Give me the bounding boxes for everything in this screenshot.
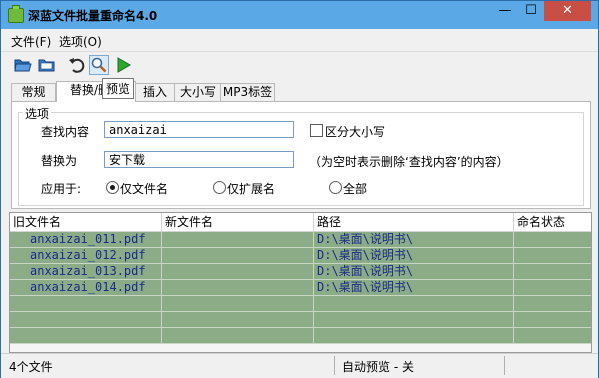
status-divider [504,356,505,375]
cell-new-name [162,248,314,263]
replace-label: 替换为 [41,154,78,168]
menu-file[interactable]: 文件(F) [11,33,51,50]
radio-all-label: 全部 [343,182,368,196]
column-header-old-name[interactable]: 旧文件名 [10,213,162,231]
folder-icon[interactable] [37,55,57,75]
empty-cell [314,312,514,327]
maximize-button[interactable]: ☐ [518,1,544,21]
table-row[interactable]: anxaizai_013.pdf D:\桌面\说明书\ [10,264,591,280]
empty-cell [10,312,162,327]
status-bar: 4个文件 自动预览 - 关 [1,353,598,378]
undo-icon[interactable] [67,55,87,75]
case-sensitive-label: 区分大小写 [325,125,386,139]
list-header: 旧文件名 新文件名 路径 命名状态 [10,213,591,232]
cell-old-name: anxaizai_014.pdf [10,280,162,295]
replace-hint: （为空时表示删除‘查找内容’的内容） [309,155,509,169]
find-input[interactable]: anxaizai [104,121,294,138]
radio-extension-only[interactable] [213,181,226,194]
table-row[interactable]: anxaizai_011.pdf D:\桌面\说明书\ [10,232,591,248]
empty-cell [162,312,314,327]
close-button[interactable]: ✕ [544,1,591,21]
toolbar [1,51,598,78]
menu-options[interactable]: 选项(O) [59,33,102,50]
cell-new-name [162,264,314,279]
status-file-count: 4个文件 [9,360,53,374]
status-divider [334,356,335,375]
column-header-status[interactable]: 命名状态 [514,213,591,231]
cell-status [514,264,591,279]
empty-row [10,312,591,328]
tab-insert[interactable]: 插入 [134,83,176,101]
cell-new-name [162,232,314,247]
play-icon[interactable] [113,55,133,75]
magnifier-icon[interactable] [89,55,109,75]
table-row[interactable]: anxaizai_014.pdf D:\桌面\说明书\ [10,280,591,296]
radio-all[interactable] [329,181,342,194]
cell-old-name: anxaizai_013.pdf [10,264,162,279]
cell-path: D:\桌面\说明书\ [314,264,514,279]
empty-cell [314,328,514,343]
status-auto-preview: 自动预览 - 关 [342,360,414,374]
tab-panel: 选项 查找内容 anxaizai 区分大小写 替换为 安下载 （为空时表示删除‘… [11,101,591,209]
open-folder-icon[interactable] [13,55,33,75]
cell-new-name [162,280,314,295]
empty-row [10,296,591,312]
replace-input[interactable]: 安下载 [104,151,294,168]
case-sensitive-checkbox[interactable] [310,124,323,137]
tab-case[interactable]: 大小写 [174,83,222,101]
cell-path: D:\桌面\说明书\ [314,232,514,247]
apply-label: 应用于: [41,182,82,196]
cell-path: D:\桌面\说明书\ [314,248,514,263]
window-title: 深蓝文件批量重命名4.0 [28,9,158,23]
empty-cell [10,328,162,343]
cell-status [514,232,591,247]
radio-extension-only-label: 仅扩展名 [227,182,276,196]
table-row[interactable]: anxaizai_012.pdf D:\桌面\说明书\ [10,248,591,264]
cell-old-name: anxaizai_011.pdf [10,232,162,247]
file-list[interactable]: 旧文件名 新文件名 路径 命名状态 anxaizai_011.pdf D:\桌面… [9,212,592,353]
menu-bar: 文件(F) 选项(O) [1,30,598,50]
column-header-path[interactable]: 路径 [314,213,514,231]
cell-status [514,248,591,263]
empty-cell [162,296,314,311]
radio-filename-only-label: 仅文件名 [120,182,169,196]
cell-path: D:\桌面\说明书\ [314,280,514,295]
app-icon [8,5,24,23]
cell-old-name: anxaizai_012.pdf [10,248,162,263]
tab-general[interactable]: 常规 [11,83,56,101]
empty-cell [10,296,162,311]
options-group: 选项 查找内容 anxaizai 区分大小写 替换为 安下载 （为空时表示删除‘… [18,105,584,206]
empty-cell [162,328,314,343]
empty-row [10,328,591,344]
empty-cell [314,296,514,311]
radio-filename-only[interactable] [106,181,119,194]
title-bar: 深蓝文件批量重命名4.0 — ☐ ✕ [1,1,598,29]
column-header-new-name[interactable]: 新文件名 [162,213,314,231]
main-window: 深蓝文件批量重命名4.0 — ☐ ✕ 文件(F) 选项(O) 常规 替换/删除 … [0,0,599,378]
group-title: 选项 [23,105,52,122]
tab-mp3-tags[interactable]: MP3标签 [220,83,275,101]
cell-status [514,280,591,295]
minimize-button[interactable]: — [492,1,518,21]
find-label: 查找内容 [41,125,90,139]
preview-tooltip: 预览 [102,78,135,99]
